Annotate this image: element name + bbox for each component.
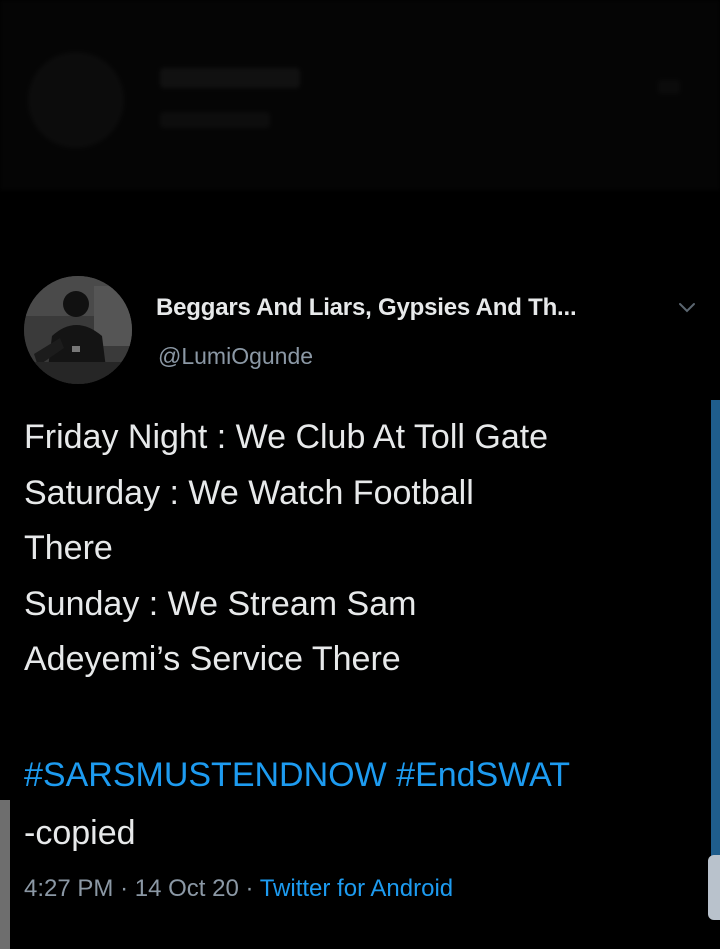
tweet-line: Saturday : We Watch Football (24, 473, 474, 512)
profile-photo-icon (24, 276, 132, 384)
copied-text: -copied (24, 814, 136, 852)
meta-separator: · (120, 875, 135, 902)
tweet-line: There (24, 529, 113, 567)
tweet-line: Friday Night : We Club At Toll Gate (24, 418, 549, 456)
tweet-date[interactable]: 14 Oct 20 (135, 875, 239, 902)
edge-handle (708, 855, 720, 920)
scroll-indicator (711, 400, 720, 870)
tweet-text: Friday Night : We Club At Toll Gate Satu… (24, 410, 714, 688)
meta-separator: · (245, 875, 260, 902)
tweet-meta: 4:27 PM · 14 Oct 20 · Twitter for Androi… (24, 872, 453, 906)
avatar[interactable] (24, 276, 132, 384)
previous-tweet-handle (160, 112, 270, 128)
tweet-time[interactable]: 4:27 PM (24, 875, 113, 902)
hashtag-link[interactable]: #EndSWAT (396, 756, 570, 794)
tweet-line: Sunday : We Stream Sam (24, 584, 417, 623)
chevron-down-icon[interactable] (676, 296, 698, 318)
user-handle[interactable]: @LumiOgunde (158, 343, 313, 370)
screen: Beggars And Liars, Gypsies And Th... @Lu… (0, 0, 720, 949)
tweet-line: Adeyemi’s Service There (24, 640, 401, 678)
hashtag-link[interactable]: #SARSMUSTENDNOW (24, 756, 387, 794)
previous-tweet-header (0, 0, 720, 190)
previous-tweet-avatar (28, 52, 124, 148)
hashtag-row: #SARSMUSTENDNOW #EndSWAT (24, 752, 570, 798)
previous-tweet-chevron (658, 80, 680, 94)
tweet-source[interactable]: Twitter for Android (260, 875, 453, 902)
edge-strip (0, 800, 10, 949)
previous-tweet-name (160, 68, 300, 88)
display-name[interactable]: Beggars And Liars, Gypsies And Th... (156, 294, 577, 322)
